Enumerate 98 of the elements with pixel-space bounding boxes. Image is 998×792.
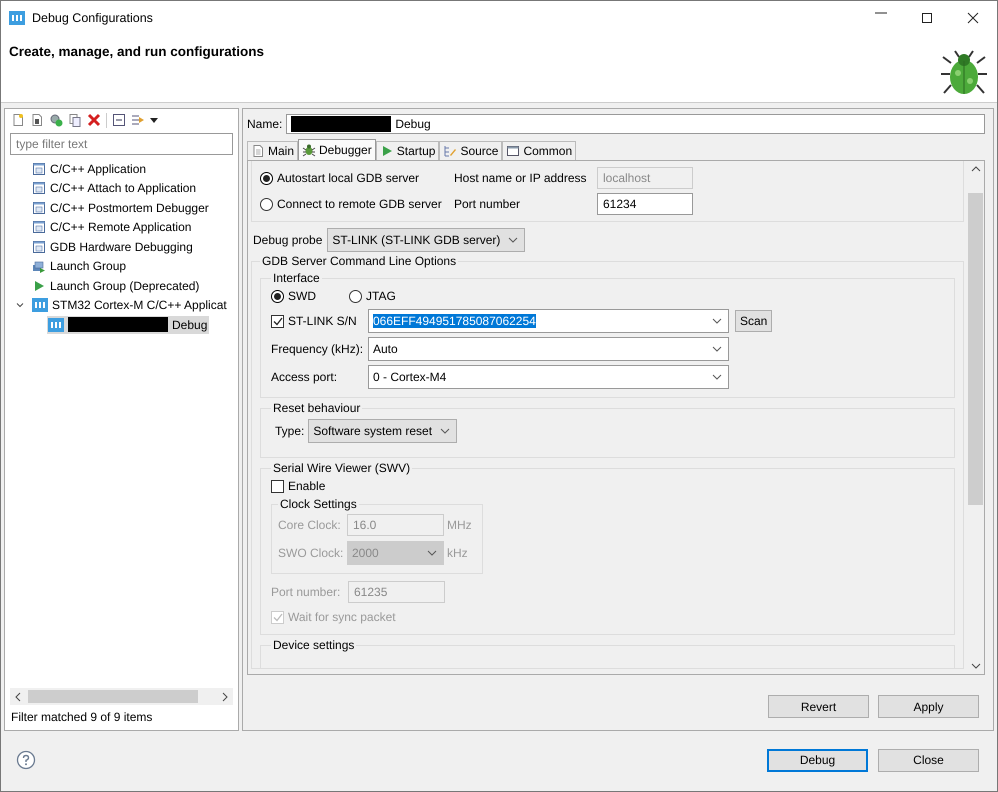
checkmark-icon [272,612,282,622]
help-icon [16,750,36,770]
tree-item[interactable]: C/C++ Attach to Application [31,180,198,196]
caret-icon [712,374,722,380]
button[interactable]: Apply [878,695,979,718]
scroll-bar[interactable] [10,688,233,705]
tree-item[interactable]: C/C++ Remote Application [31,219,194,236]
field-label: Port number: [271,585,342,599]
c-file-icon [32,200,46,215]
radio-button[interactable] [260,172,273,184]
caret-icon [712,318,722,324]
unit-label: MHz [447,518,472,532]
input-field[interactable]: 61234 [597,193,693,215]
caret-icon [427,550,437,556]
radio-label[interactable]: Autostart local GDB server [277,171,420,185]
close-icon [967,12,979,24]
scroll-thumb[interactable] [968,193,983,505]
tree-item[interactable]: Debug [47,316,210,334]
checkbox[interactable]: Enable [271,475,944,497]
radio-label[interactable]: SWD [288,289,316,303]
delete-icon [87,113,101,127]
document-icon [251,144,265,158]
tab[interactable]: Startup [376,141,440,160]
tree-item[interactable]: STM32 Cortex-M C/C++ Applicat [31,296,229,314]
minimize-icon [875,12,887,14]
name-field[interactable]: Debug [286,114,985,134]
radio-button[interactable] [260,198,273,210]
caret-icon [440,428,450,434]
group-title: Interface [272,271,321,285]
radio-button[interactable] [271,290,284,302]
status-text: Filter matched 9 of 9 items [10,709,154,726]
caret-icon [150,118,158,122]
dropdown[interactable]: 0 - Cortex-M4 [368,365,729,389]
tree-item[interactable]: GDB Hardware Debugging [31,238,195,255]
scroll-down-icon [970,662,980,670]
field-label: Access port: [271,370,338,384]
button[interactable]: Debug [767,748,868,772]
collapse-icon [112,113,126,127]
group-title: GDB Server Command Line Options [261,254,458,268]
dropdown[interactable]: Auto [368,337,729,361]
c-file-icon [32,162,46,176]
bug-icon [302,143,316,157]
group-title: Device settings [272,638,356,652]
tab[interactable]: Source [439,141,502,160]
field-label: Type: [275,424,304,438]
unit-label: kHz [447,546,468,560]
c-file-icon [32,181,46,196]
field-label: SWO Clock: [278,546,344,560]
c-file-icon [32,240,46,254]
field-label: Name: [247,117,282,131]
dropdown[interactable]: ST-LINK (ST-LINK GDB server) [327,228,526,252]
c-file-icon [32,220,46,234]
app-icon [9,10,25,26]
field-label: Debug probe [253,233,322,247]
caret-icon [712,346,722,352]
checkmark-icon [272,316,282,326]
radio-button[interactable] [349,290,362,302]
radio-label[interactable]: JTAG [366,289,396,303]
radio-label[interactable]: Connect to remote GDB server [277,197,442,211]
tree-item[interactable]: C/C++ Postmortem Debugger [31,200,211,216]
filter-icon [131,113,145,127]
window-icon [506,144,520,158]
tab[interactable]: Main [247,141,298,160]
dialog-title: Create, manage, and run configurations [9,44,264,59]
tree-item[interactable]: C/C++ Application [31,160,148,177]
source-icon [443,144,458,158]
app-icon [32,297,48,314]
button[interactable]: Close [878,748,979,772]
dropdown[interactable]: 066EFF494951785087062254 [368,309,729,333]
tree-item[interactable]: Launch Group [31,258,128,274]
dropdown[interactable]: Software system reset [308,419,458,443]
tab[interactable]: Debugger [298,139,376,160]
app-icon [48,316,64,333]
field-label: Host name or IP address [453,171,588,185]
scan-button[interactable]: Scan [735,310,772,332]
field-label: Core Clock: [278,518,342,532]
filter-field[interactable]: type filter text [10,133,233,155]
group-title: Reset behaviour [272,401,362,415]
tree-item[interactable]: Launch Group (Deprecated) [31,278,202,294]
document-icon [30,113,44,127]
checkbox[interactable]: ST-LINK S/N [271,314,368,328]
copy-icon [68,113,82,127]
maximize-icon [921,12,933,24]
scroll-thumb[interactable] [28,690,198,703]
tab[interactable]: Common [502,141,576,160]
scroll-left-icon [14,692,22,702]
window-title: Debug Configurations [32,10,153,24]
caret-icon [508,237,518,243]
play-icon [32,278,46,293]
group-title: Serial Wire Viewer (SWV) [272,461,412,475]
field-label: Frequency (kHz): [271,342,364,356]
scroll-right-icon [221,692,229,702]
scroll-up-icon [970,165,980,173]
button[interactable]: Revert [768,695,869,718]
launch-group-icon [32,259,46,274]
new-document-icon [11,113,25,127]
field-label: Port number [453,197,522,211]
group-title: Clock Settings [279,497,358,511]
